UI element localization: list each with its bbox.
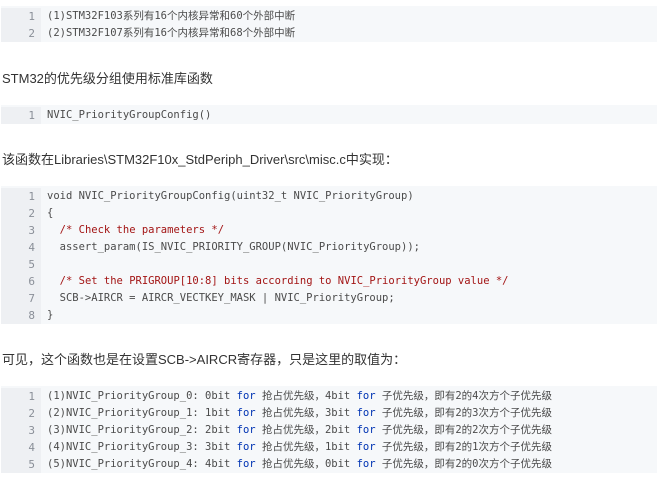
line-number: 4 bbox=[1, 239, 41, 256]
code-keyword: for bbox=[356, 407, 376, 419]
code-token: 子优先级，即有2的3次方个子优先级 bbox=[375, 407, 552, 419]
code-token: 子优先级，即有2的1次方个子优先级 bbox=[375, 441, 552, 453]
code-text: /* Check the parameters */ bbox=[41, 222, 224, 239]
code-line: 5 bbox=[1, 256, 657, 273]
code-line: 8} bbox=[1, 307, 657, 324]
code-line: 4 (4)NVIC_PriorityGroup_3: 3bit for 抢占优先级… bbox=[1, 439, 657, 456]
code-keyword: for bbox=[236, 407, 256, 419]
code-line: 3 (3)NVIC_PriorityGroup_2: 2bit for 抢占优先级… bbox=[1, 422, 657, 439]
code-text: } bbox=[41, 307, 53, 324]
code-text: void NVIC_PriorityGroupConfig(uint32_t N… bbox=[41, 188, 414, 205]
code-text: NVIC_PriorityGroupConfig() bbox=[47, 109, 212, 121]
code-text: (1)NVIC_PriorityGroup_0: 0bit for 抢占优先级，… bbox=[41, 388, 552, 405]
line-number: 5 bbox=[1, 256, 41, 273]
code-token: (1)NVIC_PriorityGroup_0: 0bit bbox=[47, 390, 237, 402]
code-block-priority-groups: 1 (1)NVIC_PriorityGroup_0: 0bit for 抢占优先级… bbox=[1, 386, 657, 473]
code-text: (3)NVIC_PriorityGroup_2: 2bit for 抢占优先级，… bbox=[41, 422, 552, 439]
paragraph-implementation-location: 该函数在Libraries\STM32F10x_StdPeriph_Driver… bbox=[2, 152, 398, 167]
code-token: 抢占优先级，2bit bbox=[255, 424, 357, 436]
code-token: 子优先级，即有2的2次方个子优先级 bbox=[375, 424, 552, 436]
code-keyword: for bbox=[356, 458, 376, 470]
code-line: 2{ bbox=[1, 205, 657, 222]
line-number: 8 bbox=[1, 307, 41, 324]
code-line: 1 (1)STM32F103系列有16个内核异常和60个外部中断 bbox=[1, 8, 657, 25]
code-token: void NVIC_PriorityGroupConfig(uint32_t N… bbox=[47, 190, 414, 202]
code-line: 1 (1)NVIC_PriorityGroup_0: 0bit for 抢占优先级… bbox=[1, 388, 657, 405]
code-line: 6 /* Set the PRIGROUP[10:8] bits accordi… bbox=[1, 273, 657, 290]
code-token: (2)NVIC_PriorityGroup_1: 1bit bbox=[47, 407, 237, 419]
code-line: 2 (2)NVIC_PriorityGroup_1: 1bit for 抢占优先级… bbox=[1, 405, 657, 422]
code-keyword: for bbox=[236, 458, 256, 470]
code-keyword: for bbox=[356, 424, 376, 436]
code-token: 抢占优先级，1bit bbox=[255, 441, 357, 453]
paragraph-aircr-values: 可见，这个函数也是在设置SCB->AIRCR寄存器，只是这里的取值为： bbox=[2, 352, 407, 367]
code-text: SCB->AIRCR = AIRCR_VECTKEY_MASK | NVIC_P… bbox=[41, 290, 395, 307]
code-line: 3 /* Check the parameters */ bbox=[1, 222, 657, 239]
code-text: (2)NVIC_PriorityGroup_1: 1bit for 抢占优先级，… bbox=[41, 405, 552, 422]
code-token: SCB->AIRCR = AIRCR_VECTKEY_MASK | NVIC_P… bbox=[47, 292, 395, 304]
code-token: 抢占优先级，0bit bbox=[255, 458, 357, 470]
code-token: 子优先级，即有2的0次方个子优先级 bbox=[375, 458, 552, 470]
article-body: 1 (1)STM32F103系列有16个内核异常和60个外部中断 2 (2)ST… bbox=[0, 0, 658, 483]
code-text: (5)NVIC_PriorityGroup_4: 4bit for 抢占优先级，… bbox=[41, 456, 552, 473]
code-comment: /* Set the PRIGROUP[10:8] bits according… bbox=[59, 275, 509, 287]
code-block-function-definition: 1 void NVIC_PriorityGroupConfig(uint32_t … bbox=[1, 186, 657, 324]
code-token: assert_param(IS_NVIC_PRIORITY_GROUP(NVIC… bbox=[47, 241, 420, 253]
code-text: (2)STM32F107系列有16个内核异常和68个外部中断 bbox=[47, 27, 296, 39]
code-line: 1 NVIC_PriorityGroupConfig() bbox=[1, 107, 657, 124]
line-number: 1 bbox=[1, 107, 41, 124]
code-token: 抢占优先级，4bit bbox=[255, 390, 357, 402]
line-number: 1 bbox=[1, 8, 41, 25]
code-block-function-call: 1 NVIC_PriorityGroupConfig() bbox=[1, 105, 657, 124]
code-token: 抢占优先级，3bit bbox=[255, 407, 357, 419]
code-comment: /* Check the parameters */ bbox=[59, 224, 225, 236]
code-text: assert_param(IS_NVIC_PRIORITY_GROUP(NVIC… bbox=[41, 239, 420, 256]
code-token: { bbox=[47, 207, 54, 219]
line-number: 2 bbox=[1, 405, 41, 422]
paragraph-priority-grouping: STM32的优先级分组使用标准库函数 bbox=[2, 71, 213, 86]
code-token: 子优先级，即有2的4次方个子优先级 bbox=[375, 390, 552, 402]
code-line: 4 assert_param(IS_NVIC_PRIORITY_GROUP(NV… bbox=[1, 239, 657, 256]
code-keyword: for bbox=[236, 441, 256, 453]
code-token: (4)NVIC_PriorityGroup_3: 3bit bbox=[47, 441, 237, 453]
line-number: 3 bbox=[1, 222, 41, 239]
code-line: 1 void NVIC_PriorityGroupConfig(uint32_t … bbox=[1, 188, 657, 205]
line-number: 1 bbox=[1, 388, 41, 405]
code-token: (5)NVIC_PriorityGroup_4: 4bit bbox=[47, 458, 237, 470]
code-token: } bbox=[47, 309, 54, 321]
code-line: 7 SCB->AIRCR = AIRCR_VECTKEY_MASK | NVIC… bbox=[1, 290, 657, 307]
code-token: (3)NVIC_PriorityGroup_2: 2bit bbox=[47, 424, 237, 436]
line-number: 5 bbox=[1, 456, 41, 473]
code-keyword: for bbox=[356, 441, 376, 453]
code-line: 2 (2)STM32F107系列有16个内核异常和68个外部中断 bbox=[1, 25, 657, 42]
line-number: 4 bbox=[1, 439, 41, 456]
line-number: 1 bbox=[1, 188, 41, 205]
code-block-chip-interrupts: 1 (1)STM32F103系列有16个内核异常和60个外部中断 2 (2)ST… bbox=[1, 6, 657, 42]
code-keyword: for bbox=[236, 390, 256, 402]
code-text: (4)NVIC_PriorityGroup_3: 3bit for 抢占优先级，… bbox=[41, 439, 552, 456]
code-text: /* Set the PRIGROUP[10:8] bits according… bbox=[41, 273, 509, 290]
code-keyword: for bbox=[236, 424, 256, 436]
line-number: 3 bbox=[1, 422, 41, 439]
code-keyword: for bbox=[356, 390, 376, 402]
code-line: 5 (5)NVIC_PriorityGroup_4: 4bit for 抢占优先级… bbox=[1, 456, 657, 473]
line-number: 7 bbox=[1, 290, 41, 307]
line-number: 2 bbox=[1, 25, 41, 42]
line-number: 2 bbox=[1, 205, 41, 222]
code-text: (1)STM32F103系列有16个内核异常和60个外部中断 bbox=[47, 10, 296, 22]
code-text: { bbox=[41, 205, 53, 222]
line-number: 6 bbox=[1, 273, 41, 290]
